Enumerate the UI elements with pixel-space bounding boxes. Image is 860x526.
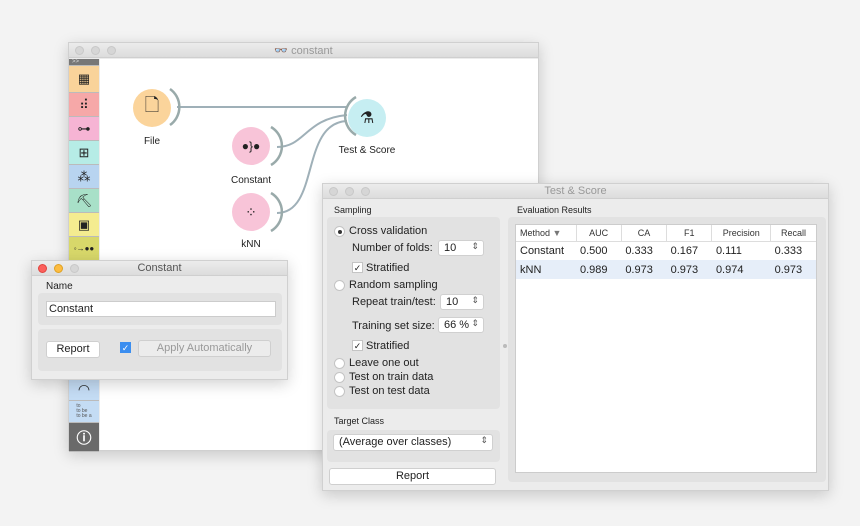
train-size-spinner[interactable]: 66 % ⇕ [438,317,484,333]
node-label: Constant [230,175,272,186]
knn-icon: ⁘ [245,203,257,220]
test-test-radio[interactable] [334,386,345,397]
text-icon[interactable]: to to be to be a [69,401,99,423]
test-test-label: Test on test data [349,385,430,397]
window-title: 👓 constant [69,44,538,57]
header-text: Method [520,227,551,238]
constant-icon: ●}● [241,139,261,153]
title-text: constant [291,45,333,57]
flow-icon[interactable]: ◦→●● [69,237,99,261]
stratified-label: Stratified [366,262,410,274]
table-icon[interactable]: ▦ [69,66,99,93]
column-precision[interactable]: Precision [711,225,772,242]
cell: 0.989 [580,263,608,276]
window-title: Constant [137,262,182,274]
target-class-select[interactable]: (Average over classes) ⇕ [333,434,493,451]
flask-icon: ⚗ [359,110,375,127]
target-class-label: Target Class [334,416,385,426]
name-label: Name [46,281,73,292]
spinner-arrows-icon: ⇕ [471,241,479,251]
column-auc[interactable]: AUC [576,225,622,242]
spinner-arrows-icon: ⇕ [471,318,479,328]
cell: Constant [520,244,565,257]
worker-icon[interactable]: ⛏ [69,189,99,213]
evaluation-results-label: Evaluation Results [517,205,592,215]
stratified-checkbox[interactable]: ✓ [352,262,363,273]
cell: 0.973 [670,263,699,276]
table-header: Method ▼ AUC CA F1 Precision Recall [516,225,816,242]
cell: kNN [520,263,542,276]
leave-one-out-radio[interactable] [334,358,345,369]
title-bar: Constant [32,261,287,276]
repeat-value: 10 [446,296,459,308]
arcs-icon[interactable]: ◠ [69,379,99,401]
cross-validation-label: Cross validation [349,225,428,237]
apply-automatically-checkbox[interactable]: ✓ [120,342,131,353]
train-size-label: Training set size: [352,320,435,332]
file-icon: 🗋 [144,95,160,115]
cell: 0.973 [625,263,653,276]
node-knn[interactable]: ⁘ [232,193,270,231]
image-icon[interactable]: ▣ [69,213,99,237]
table-row[interactable]: kNN 0.989 0.973 0.973 0.974 0.973 [516,260,816,279]
folds-label: Number of folds: [352,242,433,254]
clustering-icon[interactable]: ⁂ [69,165,99,189]
sort-down-icon: ▼ [552,227,562,238]
title-bar: 👓 constant [69,43,538,58]
window-title: Test & Score [544,185,607,197]
stratified2-checkbox[interactable]: ✓ [352,340,363,351]
widget-sidebar: >> ▦ ⠾ ⊶ ⊞ ⁂ ⛏ ▣ ◦→●● ◠ to to be to be a… [69,59,99,452]
train-size-value: 66 % [444,319,470,331]
test-score-window: Test & Score Sampling Cross validation N… [322,183,829,491]
column-ca[interactable]: CA [621,225,668,242]
results-table: Method ▼ AUC CA F1 Precision Recall Cons… [515,224,817,473]
random-sampling-radio[interactable] [334,280,345,291]
splitter-handle[interactable] [503,344,507,348]
folds-spinner[interactable]: 10 ⇕ [438,240,484,256]
repeat-spinner[interactable]: 10 ⇕ [440,294,484,310]
node-label: File [143,136,161,147]
sidebar-toggle[interactable]: >> [69,59,99,66]
sampling-label: Sampling [334,205,372,215]
report-button[interactable]: Report [329,468,496,485]
node-test-score[interactable]: ⚗ [348,99,386,137]
glasses-icon: 👓 [274,45,289,57]
cell: 0.111 [715,244,742,257]
tree-icon[interactable]: ⊶ [69,117,99,141]
stratified2-label: Stratified [366,340,410,352]
spinner-arrows-icon: ⇕ [471,295,479,305]
column-recall[interactable]: Recall [770,225,816,242]
confusion-matrix-icon[interactable]: ⊞ [69,141,99,165]
report-button[interactable]: Report [46,341,100,358]
chevron-updown-icon: ⇕ [480,435,488,445]
test-train-label: Test on train data [349,371,434,383]
constant-window: Constant Name Constant Report ✓ Apply Au… [31,260,288,380]
node-constant[interactable]: ●}● [232,127,270,165]
title-bar: Test & Score [323,184,828,199]
apply-button[interactable]: Apply Automatically [138,340,271,357]
link-constant-testscore[interactable] [276,114,348,148]
column-method[interactable]: Method ▼ [516,225,577,242]
name-input[interactable]: Constant [46,301,276,317]
cell: 0.167 [670,244,699,257]
cell: 0.500 [580,244,608,257]
cell: 0.974 [715,263,744,276]
target-class-value: (Average over classes) [339,436,452,448]
node-label: Test & Score [338,145,396,156]
repeat-label: Repeat train/test: [352,296,436,308]
column-f1[interactable]: F1 [666,225,713,242]
leave-one-out-label: Leave one out [349,357,419,369]
cell: 0.973 [774,263,803,276]
cell: 0.333 [625,244,653,257]
cell: 0.333 [774,244,803,257]
folds-value: 10 [444,242,457,254]
random-sampling-label: Random sampling [349,279,438,291]
table-row[interactable]: Constant 0.500 0.333 0.167 0.111 0.333 [516,241,816,260]
test-train-radio[interactable] [334,372,345,383]
node-label: kNN [241,239,261,250]
cross-validation-radio[interactable] [334,226,345,237]
node-file[interactable]: 🗋 [133,89,171,127]
scatter-plot-icon[interactable]: ⠾ [69,93,99,117]
info-icon[interactable]: ⓘ [69,423,99,452]
